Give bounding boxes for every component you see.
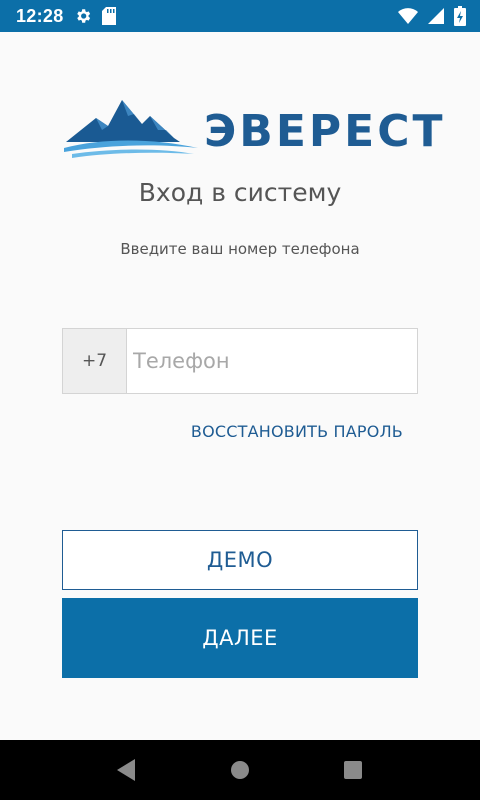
phone-input[interactable] xyxy=(127,329,417,393)
wifi-icon xyxy=(398,8,418,24)
recents-icon[interactable] xyxy=(333,750,373,790)
navigation-bar xyxy=(0,740,480,800)
phone-country-code: +7 xyxy=(63,329,127,393)
mountain-logo-icon xyxy=(64,100,198,158)
settings-icon xyxy=(74,7,92,25)
back-icon[interactable] xyxy=(107,750,147,790)
page-subtitle: Введите ваш номер телефона xyxy=(120,240,360,258)
page-title: Вход в систему xyxy=(138,178,342,207)
battery-icon xyxy=(454,6,466,26)
phone-field: +7 xyxy=(62,328,418,394)
demo-button[interactable]: ДЕМО xyxy=(62,530,418,590)
status-bar: 12:28 xyxy=(0,0,480,32)
next-button[interactable]: ДАЛЕЕ xyxy=(62,598,418,678)
home-icon[interactable] xyxy=(220,750,260,790)
brand-name: ЭВЕРЕСТ xyxy=(204,106,446,157)
restore-password-link[interactable]: ВОССТАНОВИТЬ ПАРОЛЬ xyxy=(191,422,403,441)
sd-card-icon xyxy=(101,7,116,25)
brand-logo: ЭВЕРЕСТ xyxy=(62,94,443,166)
status-time: 12:28 xyxy=(16,5,64,26)
signal-icon xyxy=(428,8,444,24)
